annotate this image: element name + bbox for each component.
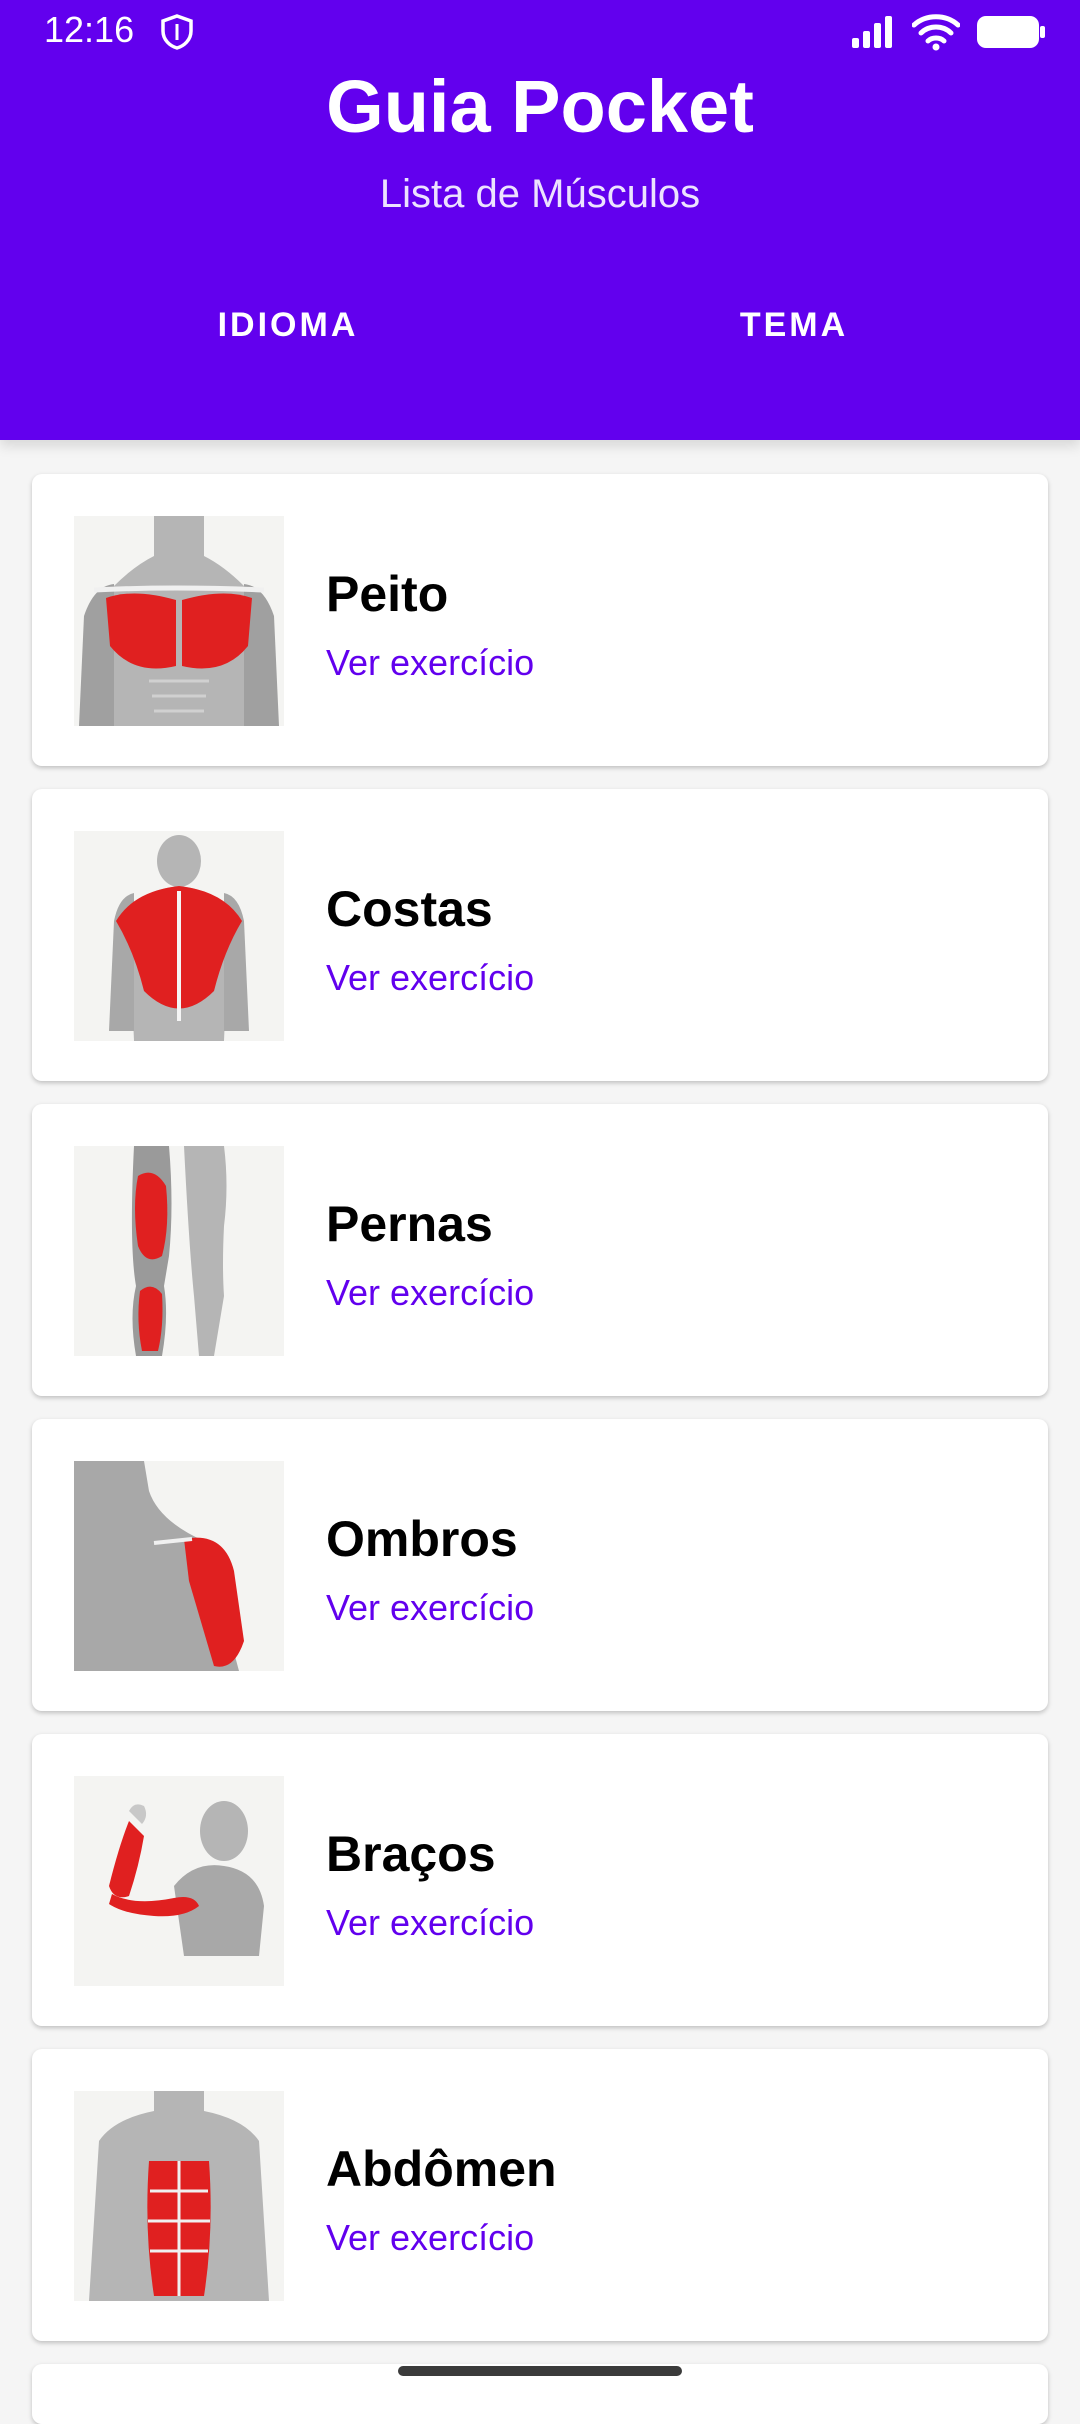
- battery-icon: [977, 16, 1045, 48]
- app-subtitle: Lista de Músculos: [379, 172, 701, 216]
- muscle-card-chest[interactable]: Peito Ver exercício: [32, 474, 1048, 766]
- theme-button[interactable]: TEMA: [556, 280, 1032, 370]
- view-exercise-link[interactable]: Ver exercício: [326, 1585, 534, 1631]
- view-exercise-link[interactable]: Ver exercício: [326, 1270, 534, 1316]
- muscle-name: Pernas: [326, 1196, 493, 1252]
- shield-icon: [161, 14, 193, 50]
- view-exercise-link[interactable]: Ver exercício: [326, 1900, 534, 1946]
- app-title: Guia Pocket: [326, 65, 754, 148]
- language-button-label: IDIOMA: [217, 305, 359, 344]
- muscle-name: Braços: [326, 1826, 496, 1882]
- view-exercise-link[interactable]: Ver exercício: [326, 640, 534, 686]
- muscle-name: Costas: [326, 881, 493, 937]
- muscle-name: Peito: [326, 566, 449, 622]
- wifi-icon: [912, 14, 960, 51]
- muscle-card-legs[interactable]: Pernas Ver exercício: [32, 1104, 1048, 1396]
- leg-muscles-icon: [74, 1146, 284, 1356]
- app-header: 12:16 Guia Pocket Lista de Músculos IDIO…: [0, 0, 1080, 440]
- chest-muscles-icon: [74, 516, 284, 726]
- language-button[interactable]: IDIOMA: [50, 280, 526, 370]
- muscle-name: Abdômen: [326, 2141, 557, 2197]
- abdomen-muscles-icon: [74, 2091, 284, 2301]
- status-bar: 12:16: [0, 0, 1080, 62]
- shoulder-muscles-icon: [74, 1461, 284, 1671]
- muscle-card-back[interactable]: Costas Ver exercício: [32, 789, 1048, 1081]
- status-time: 12:16: [44, 9, 135, 50]
- back-muscles-icon: [74, 831, 284, 1041]
- muscle-card-abdomen[interactable]: Abdômen Ver exercício: [32, 2049, 1048, 2341]
- arm-muscles-icon: [74, 1776, 284, 1986]
- theme-button-label: TEMA: [739, 305, 849, 344]
- view-exercise-link[interactable]: Ver exercício: [326, 2215, 534, 2261]
- home-indicator[interactable]: [398, 2366, 682, 2376]
- muscle-card-shoulders[interactable]: Ombros Ver exercício: [32, 1419, 1048, 1711]
- muscle-card-arms[interactable]: Braços Ver exercício: [32, 1734, 1048, 2026]
- muscle-name: Ombros: [326, 1511, 518, 1567]
- signal-icon: [852, 16, 892, 48]
- view-exercise-link[interactable]: Ver exercício: [326, 955, 534, 1001]
